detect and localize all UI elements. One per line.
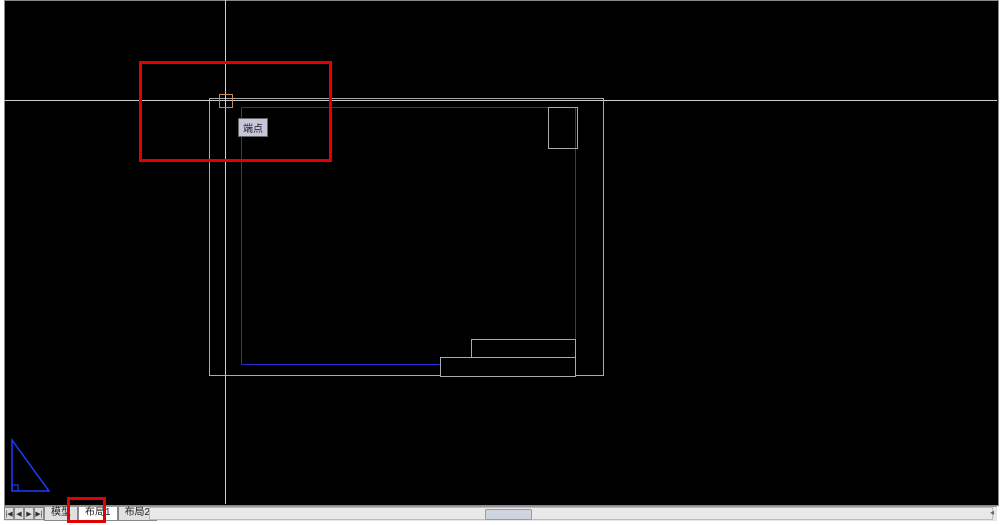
tab-nav-last[interactable]: ▶| [34,507,44,520]
horizontal-scrollbar[interactable] [149,507,993,520]
title-block-row-1 [471,339,576,359]
title-block-top [548,107,578,149]
layout-tab-bar: |◀ ◀ ▶ ▶| 模型 布局1 布局2 [4,506,997,521]
ucs-icon [9,434,55,494]
layout-tabs: 模型 布局1 布局2 [44,507,157,521]
tab-layout1[interactable]: 布局1 [78,507,118,521]
scrollbar-thumb[interactable] [485,509,532,520]
right-marker: ◂ [990,508,994,517]
layout-viewport[interactable] [241,107,576,365]
title-block-row-2 [440,357,576,377]
tab-nav-next[interactable]: ▶ [24,507,34,520]
tab-nav-buttons: |◀ ◀ ▶ ▶| [4,507,44,521]
tab-nav-first[interactable]: |◀ [4,507,14,520]
tab-model[interactable]: 模型 [44,507,78,521]
tab-nav-prev[interactable]: ◀ [14,507,24,520]
